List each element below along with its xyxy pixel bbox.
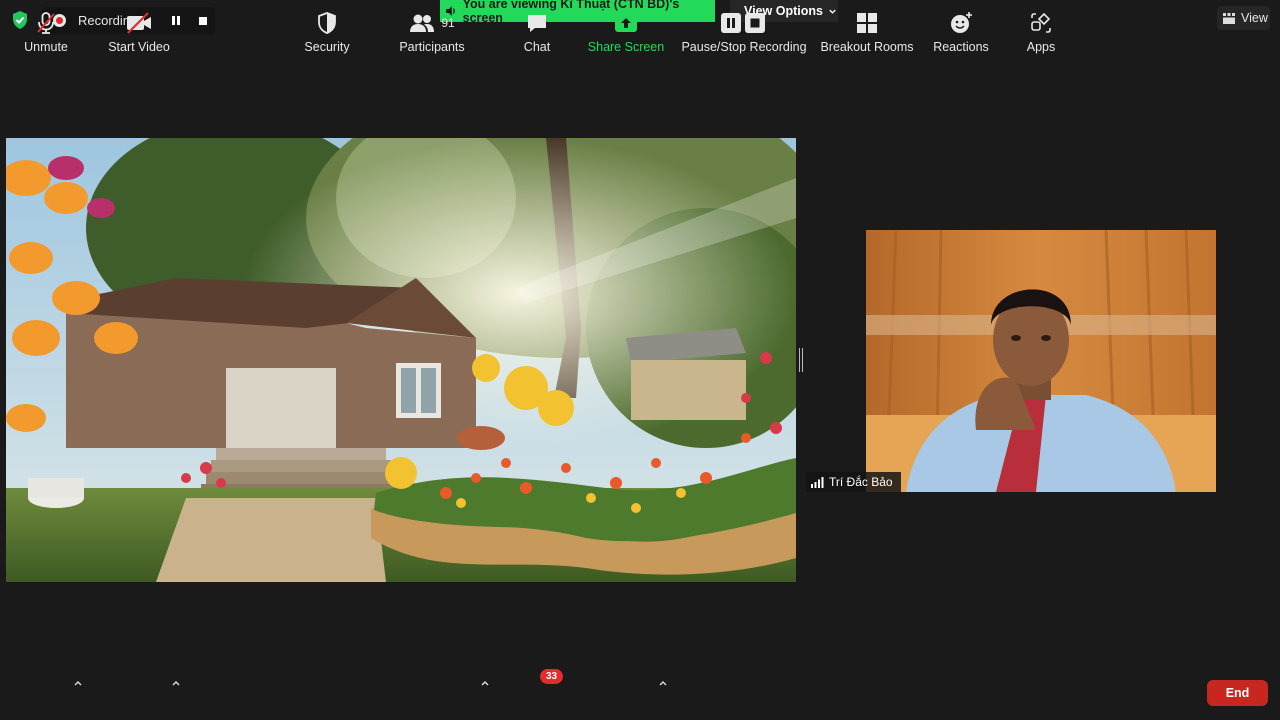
apps-label: Apps bbox=[1026, 40, 1056, 54]
view-button[interactable]: View bbox=[1217, 6, 1270, 30]
start-video-button[interactable]: Start Video bbox=[100, 0, 178, 58]
pause-stop-recording-icon bbox=[721, 13, 765, 33]
share-screen-button[interactable]: Share Screen bbox=[588, 0, 664, 58]
participants-icon bbox=[410, 14, 435, 32]
breakout-rooms-label: Breakout Rooms bbox=[820, 40, 914, 54]
breakout-rooms-icon bbox=[857, 13, 877, 33]
participant-video[interactable] bbox=[866, 230, 1216, 492]
participants-count: 91 bbox=[441, 16, 455, 30]
end-meeting-button[interactable]: End bbox=[1207, 680, 1268, 706]
apps-icon bbox=[1031, 12, 1051, 33]
shared-screen[interactable] bbox=[6, 138, 796, 582]
mic-muted-icon bbox=[37, 12, 55, 34]
stop-recording-button[interactable] bbox=[194, 12, 212, 30]
video-options-caret-icon[interactable] bbox=[171, 679, 181, 687]
security-button[interactable]: Security bbox=[297, 0, 357, 58]
video-off-icon bbox=[127, 12, 151, 34]
start-video-label: Start Video bbox=[108, 40, 170, 54]
security-shield-icon bbox=[318, 12, 336, 34]
shared-screen-image bbox=[6, 138, 796, 582]
grid-icon bbox=[1223, 12, 1235, 24]
audio-options-caret-icon[interactable] bbox=[73, 679, 83, 687]
participants-label: Participants bbox=[399, 40, 465, 54]
participant-name: Trí Đắc Bảo bbox=[829, 475, 893, 489]
view-label: View bbox=[1241, 11, 1268, 25]
pause-stop-recording-button[interactable]: Pause/Stop Recording bbox=[681, 0, 807, 58]
chat-icon bbox=[528, 15, 546, 32]
participant-name-tag: Trí Đắc Bảo bbox=[806, 472, 901, 492]
panel-splitter-handle[interactable] bbox=[799, 348, 803, 372]
reactions-button[interactable]: Reactions bbox=[930, 0, 992, 58]
viewing-screen-banner: You are viewing Kĩ Thuật (CTN BD)'s scre… bbox=[440, 0, 715, 25]
pause-stop-recording-label: Pause/Stop Recording bbox=[681, 40, 807, 54]
signal-icon bbox=[811, 476, 824, 488]
participants-options-caret-icon[interactable] bbox=[480, 679, 490, 687]
unmute-label: Unmute bbox=[24, 40, 68, 54]
chat-unread-badge: 33 bbox=[540, 669, 563, 684]
participant-video-image bbox=[866, 230, 1216, 492]
share-screen-icon bbox=[615, 14, 637, 32]
unmute-button[interactable]: Unmute bbox=[14, 0, 78, 58]
meeting-toolbar bbox=[0, 662, 1280, 720]
participants-button[interactable]: 91 Participants bbox=[396, 0, 468, 58]
security-label: Security bbox=[304, 40, 350, 54]
end-label: End bbox=[1225, 686, 1250, 700]
share-screen-label: Share Screen bbox=[587, 40, 665, 54]
share-screen-options-caret-icon[interactable] bbox=[658, 679, 668, 687]
chat-label: Chat bbox=[523, 40, 551, 54]
reactions-icon bbox=[951, 12, 972, 33]
apps-button[interactable]: Apps bbox=[1020, 0, 1062, 58]
chat-button[interactable]: Chat bbox=[517, 0, 557, 58]
stop-icon bbox=[199, 16, 207, 25]
reactions-label: Reactions bbox=[933, 40, 989, 54]
breakout-rooms-button[interactable]: Breakout Rooms bbox=[820, 0, 914, 58]
